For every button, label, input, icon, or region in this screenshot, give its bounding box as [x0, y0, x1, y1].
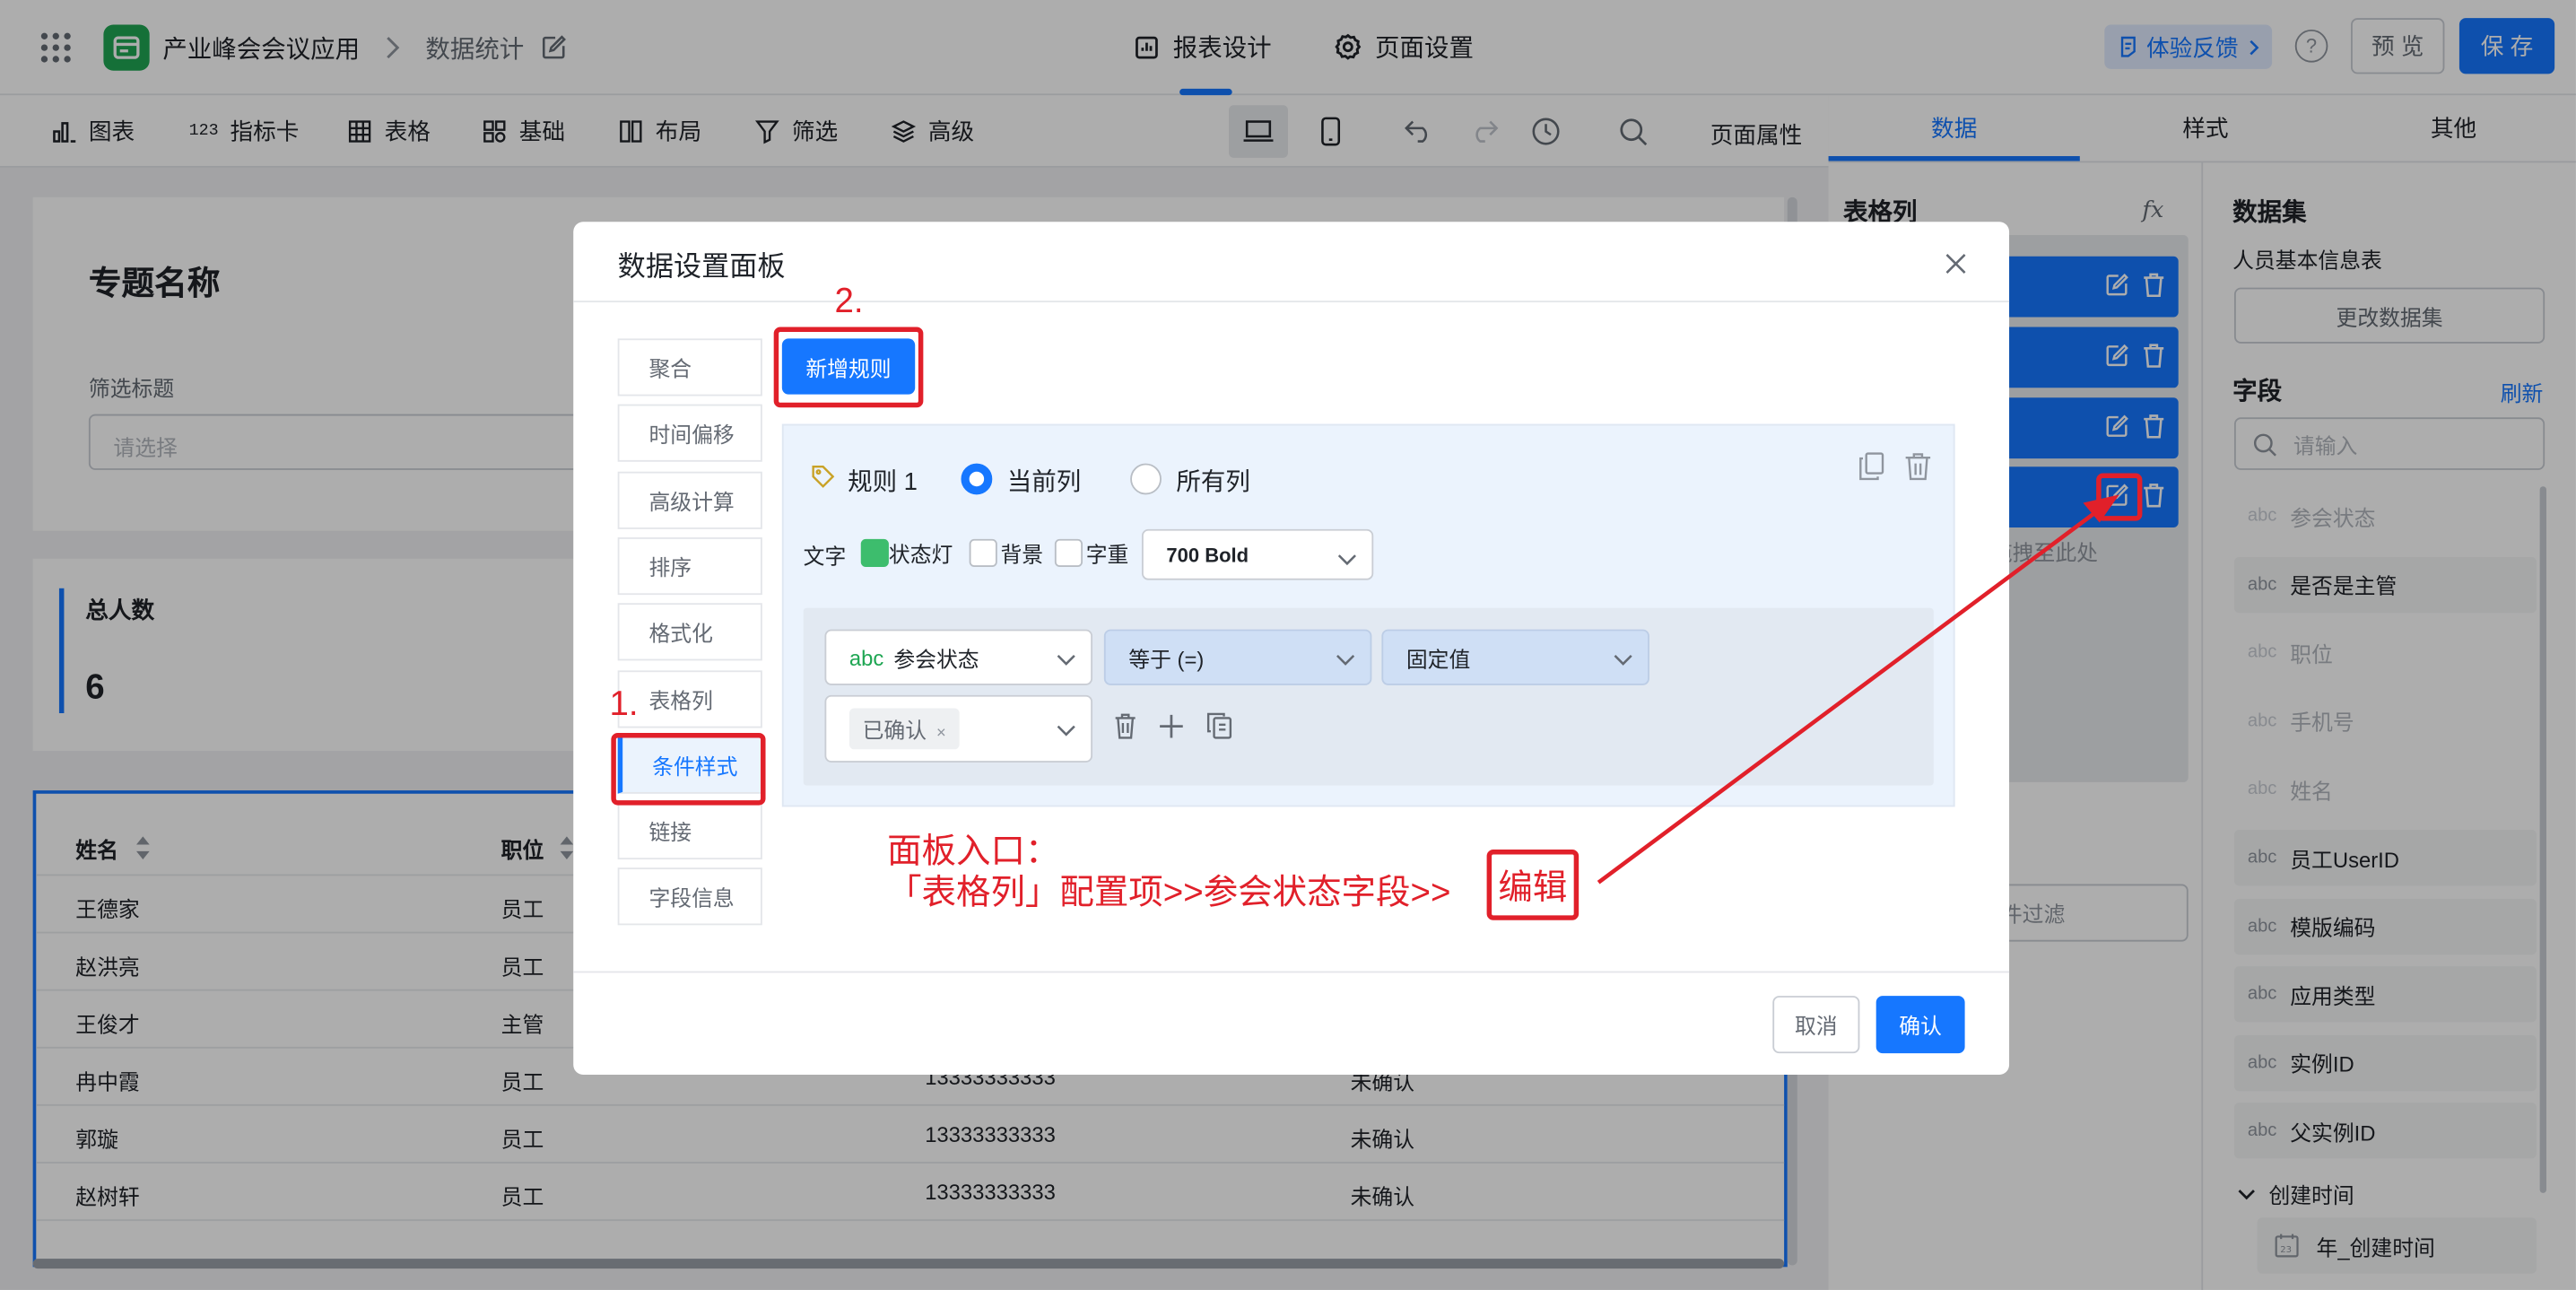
annotation-arrow: [1597, 494, 2119, 885]
